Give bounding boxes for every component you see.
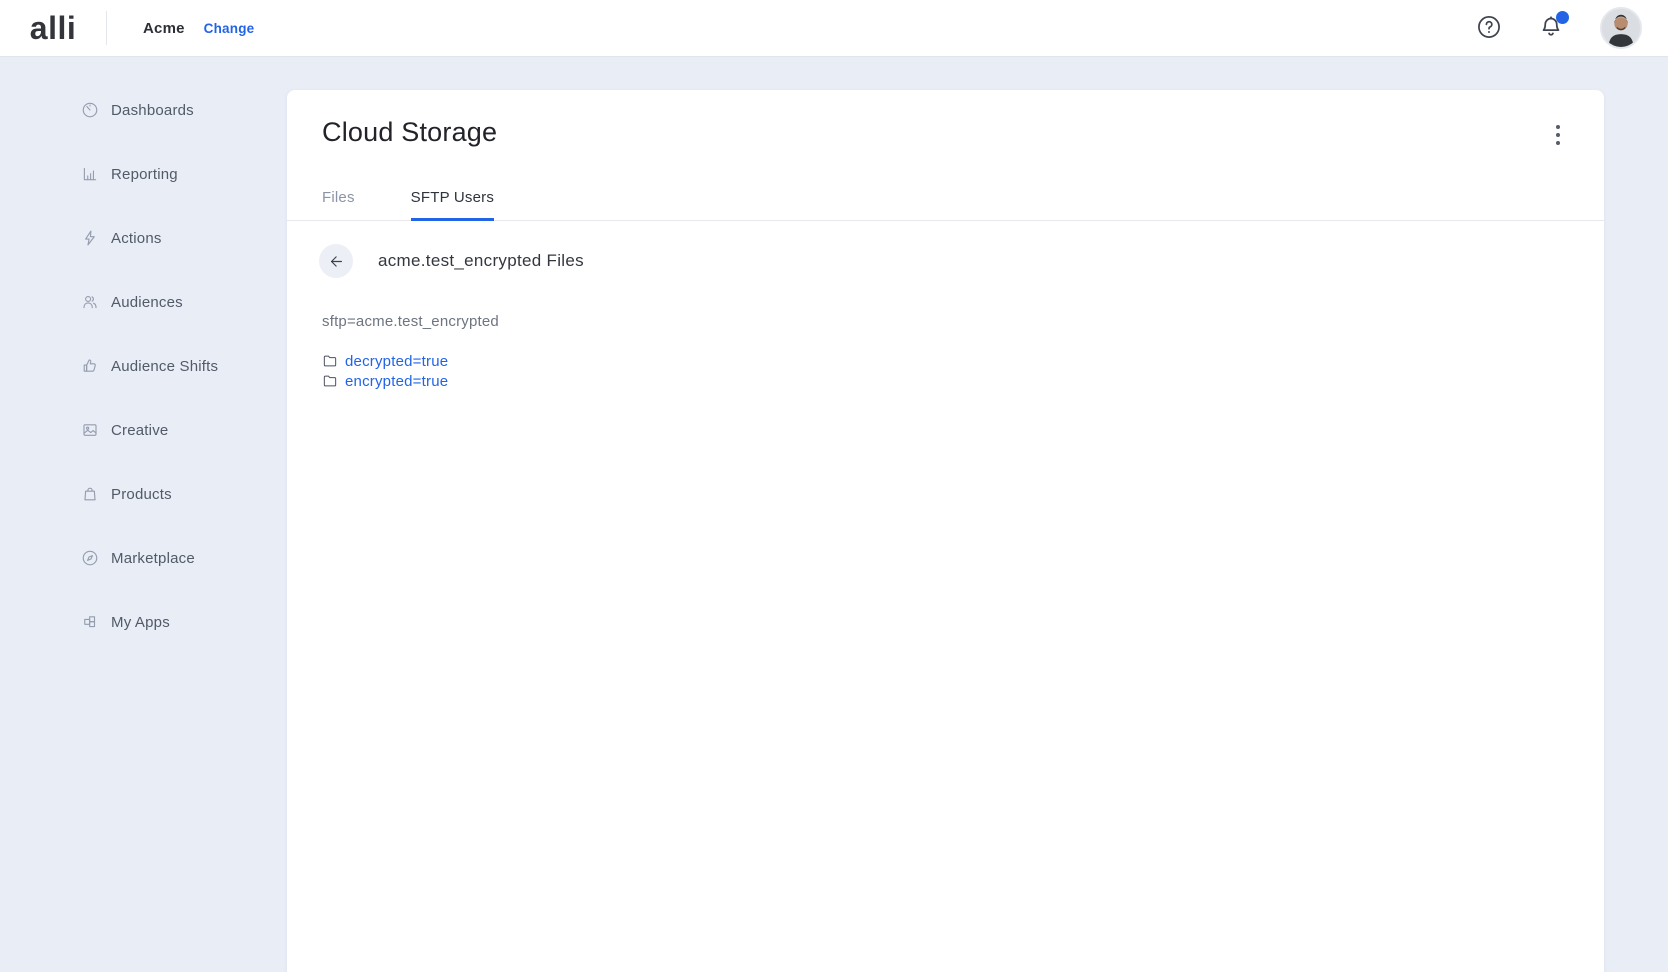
sftp-user-detail: acme.test_encrypted Files sftp=acme.test… xyxy=(287,221,1604,391)
sidebar: Dashboards Reporting Actions Audiences xyxy=(0,57,287,972)
account-name: Acme xyxy=(143,20,185,37)
sidebar-item-reporting[interactable]: Reporting xyxy=(0,142,287,206)
sidebar-item-audience-shifts[interactable]: Audience Shifts xyxy=(0,334,287,398)
sidebar-item-label: Creative xyxy=(111,422,168,439)
sidebar-item-label: My Apps xyxy=(111,614,170,631)
sidebar-item-marketplace[interactable]: Marketplace xyxy=(0,526,287,590)
page-title: Cloud Storage xyxy=(322,117,497,147)
lightning-icon xyxy=(81,229,99,247)
sftp-user-files-heading: acme.test_encrypted Files xyxy=(378,251,584,271)
header-divider xyxy=(106,11,107,45)
sidebar-item-label: Actions xyxy=(111,230,162,247)
kebab-menu-icon xyxy=(1556,125,1560,145)
notifications-button[interactable] xyxy=(1538,15,1564,41)
thumbs-up-icon xyxy=(81,357,99,375)
sidebar-item-label: Reporting xyxy=(111,166,178,183)
sidebar-item-label: Audience Shifts xyxy=(111,358,218,375)
sidebar-item-audiences[interactable]: Audiences xyxy=(0,270,287,334)
bar-chart-icon xyxy=(81,165,99,183)
sidebar-item-label: Products xyxy=(111,486,172,503)
sidebar-item-label: Audiences xyxy=(111,294,183,311)
gauge-icon xyxy=(81,101,99,119)
notification-badge xyxy=(1556,11,1569,24)
sidebar-item-label: Marketplace xyxy=(111,550,195,567)
cloud-storage-card: Cloud Storage Files SFTP Users acme.test… xyxy=(287,90,1604,972)
sidebar-item-products[interactable]: Products xyxy=(0,462,287,526)
card-header: Cloud Storage xyxy=(287,90,1604,151)
top-header: alli Acme Change xyxy=(0,0,1668,57)
folder-list: decrypted=true encrypted=true xyxy=(322,351,1569,391)
apps-grid-icon xyxy=(81,613,99,631)
back-button[interactable] xyxy=(319,244,353,278)
header-actions xyxy=(1476,7,1668,49)
folder-icon xyxy=(322,353,338,369)
shopping-bag-icon xyxy=(81,485,99,503)
compass-icon xyxy=(81,549,99,567)
help-button[interactable] xyxy=(1476,15,1502,41)
sidebar-item-actions[interactable]: Actions xyxy=(0,206,287,270)
change-account-link[interactable]: Change xyxy=(204,21,255,36)
tab-sftp-users[interactable]: SFTP Users xyxy=(411,189,494,221)
detail-heading-row: acme.test_encrypted Files xyxy=(319,244,1569,278)
folder-icon xyxy=(322,373,338,389)
folder-link-encrypted[interactable]: encrypted=true xyxy=(345,373,448,390)
folder-link-decrypted[interactable]: decrypted=true xyxy=(345,353,448,370)
app-logo[interactable]: alli xyxy=(0,12,106,44)
folder-row: decrypted=true xyxy=(322,351,1569,371)
sidebar-item-my-apps[interactable]: My Apps xyxy=(0,590,287,654)
arrow-left-icon xyxy=(328,253,345,270)
sftp-path-label: sftp=acme.test_encrypted xyxy=(322,313,1569,330)
folder-row: encrypted=true xyxy=(322,371,1569,391)
people-icon xyxy=(81,293,99,311)
kebab-menu-button[interactable] xyxy=(1550,119,1566,151)
tab-files[interactable]: Files xyxy=(322,189,355,221)
avatar[interactable] xyxy=(1600,7,1642,49)
tab-bar: Files SFTP Users xyxy=(287,189,1604,221)
sidebar-item-creative[interactable]: Creative xyxy=(0,398,287,462)
sidebar-item-dashboards[interactable]: Dashboards xyxy=(0,78,287,142)
sidebar-item-label: Dashboards xyxy=(111,102,194,119)
image-icon xyxy=(81,421,99,439)
help-icon xyxy=(1476,14,1502,43)
